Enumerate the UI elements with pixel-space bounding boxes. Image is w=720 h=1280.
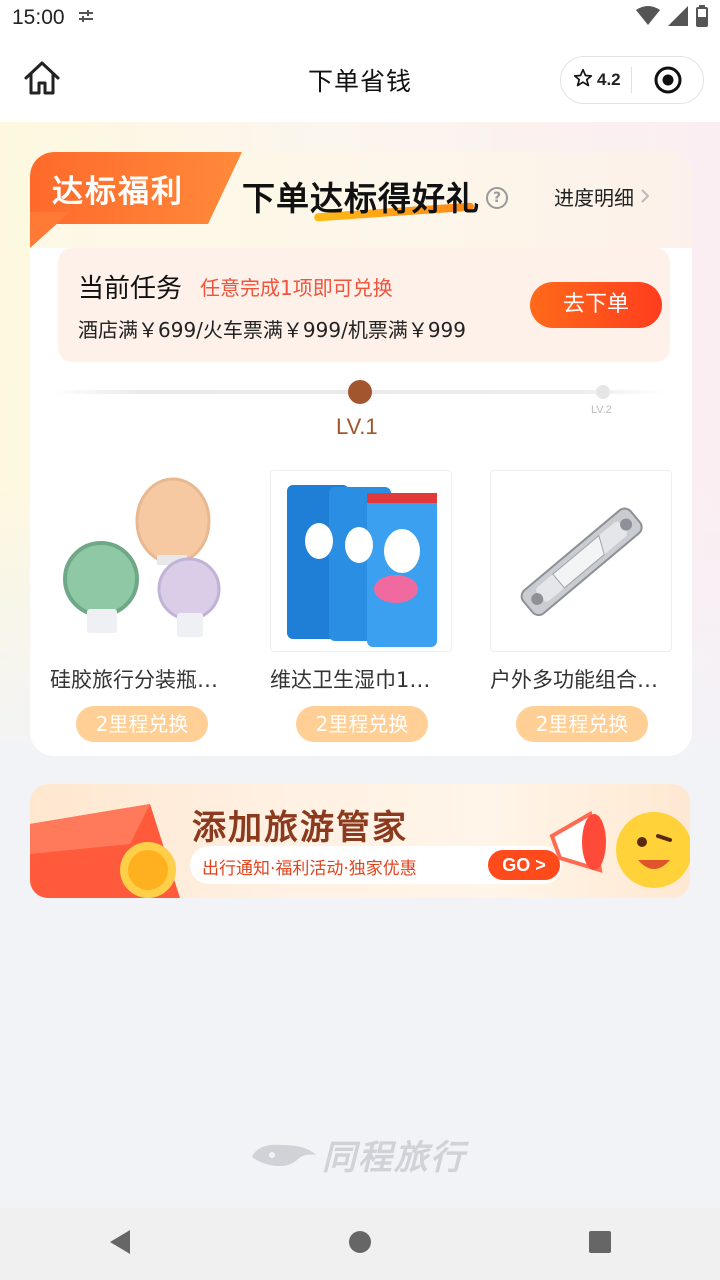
status-time: 15:00: [12, 6, 65, 29]
battery-icon: [696, 4, 708, 32]
banner-subtitle: 出行通知·福利活动·独家优惠: [202, 859, 417, 879]
badge-label: 达标福利: [52, 174, 184, 210]
travel-butler-banner[interactable]: 添加旅游管家 出行通知·福利活动·独家优惠 GO >: [30, 784, 690, 898]
chevron-right-icon: [640, 185, 650, 209]
progress-detail-label: 进度明细: [554, 186, 634, 210]
card-headline: 下单达标得好礼: [242, 179, 480, 218]
recents-icon[interactable]: [588, 1230, 612, 1258]
top-nav: 下单省钱 4.2: [0, 36, 720, 122]
home-circle-icon[interactable]: [348, 1230, 372, 1258]
wet-wipes-image: [270, 470, 452, 652]
status-bar: 15:00: [0, 0, 720, 36]
task-hint: 任意完成1项即可兑换: [200, 276, 393, 300]
reward-card: 达标福利 下单达标得好礼 ? 进度明细 当前任务 任意完成1项即可兑换 酒店满￥…: [30, 152, 692, 756]
product-name: 维达卫生湿巾1…: [270, 668, 431, 692]
product-card[interactable]: 硅胶旅行分装瓶… 2里程兑换: [50, 470, 234, 742]
task-conditions: 酒店满￥699/火车票满￥999/机票满￥999: [78, 318, 466, 342]
megaphone-mascot-icon: [549, 810, 690, 888]
wifi-icon: [636, 5, 660, 31]
target-icon[interactable]: [632, 66, 703, 94]
level-2-label: LV.2: [591, 404, 612, 416]
product-name: 硅胶旅行分装瓶…: [50, 668, 218, 692]
dolphin-logo-icon: [252, 1144, 316, 1166]
current-task-box: 当前任务 任意完成1项即可兑换 酒店满￥699/火车票满￥999/机票满￥999…: [58, 248, 670, 362]
product-card[interactable]: 户外多功能组合… 2里程兑换: [490, 470, 674, 742]
redeem-button[interactable]: 2里程兑换: [76, 706, 208, 742]
rating-value: 4.2: [597, 70, 621, 89]
level-1-label: LV.1: [336, 414, 378, 439]
brand-logo: 同程旅行: [248, 1130, 466, 1179]
product-card[interactable]: 维达卫生湿巾1… 2里程兑换: [270, 470, 454, 742]
redeem-button[interactable]: 2里程兑换: [516, 706, 648, 742]
level-1-marker: [348, 380, 372, 404]
place-order-button[interactable]: 去下单: [530, 282, 662, 328]
mini-program-capsule: 4.2: [560, 56, 704, 104]
task-label: 当前任务: [78, 274, 183, 304]
question-icon[interactable]: ?: [486, 187, 508, 209]
star-icon: [573, 68, 593, 93]
system-navigation-bar: [0, 1208, 720, 1280]
rating-button[interactable]: 4.2: [561, 68, 631, 93]
silicone-bottles-image: [50, 470, 232, 652]
back-icon[interactable]: [108, 1229, 132, 1259]
product-name: 户外多功能组合…: [490, 668, 658, 692]
multitool-image: [490, 470, 672, 652]
redeem-button[interactable]: 2里程兑换: [296, 706, 428, 742]
banner-title: 添加旅游管家: [192, 808, 408, 848]
progress-detail-link[interactable]: 进度明细: [554, 182, 650, 211]
signal-icon: [668, 5, 688, 31]
level-2-marker: [596, 385, 610, 399]
settings-tune-icon: [78, 10, 93, 26]
brand-name: 同程旅行: [322, 1138, 466, 1178]
